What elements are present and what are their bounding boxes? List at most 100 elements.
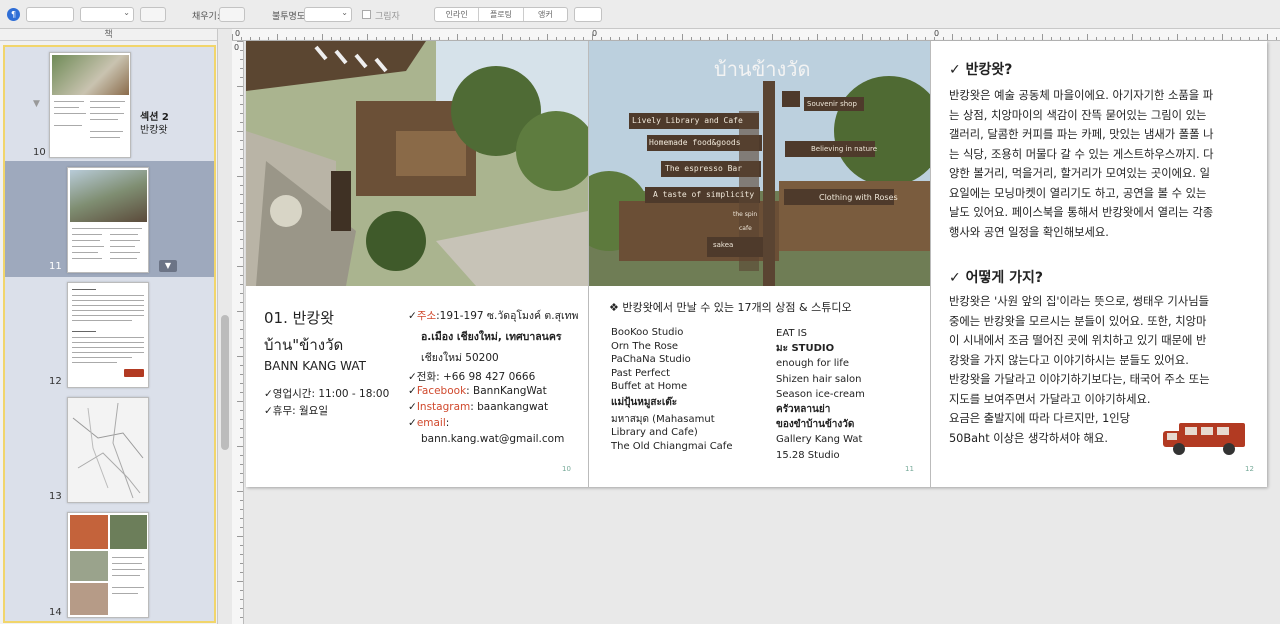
wrap-segmented-control[interactable]: 인라인 플로팅 앵커 [434,7,568,22]
list-item: Gallery Kang Wat [776,434,863,446]
ruler-tick [889,37,890,40]
photo-signpost[interactable]: บ้านข้างวัด Lively Library and Cafe Home… [589,41,930,286]
ruler-tick [1159,37,1160,40]
ruler-tick [1141,37,1142,40]
instagram-line: ✓Instagram: baankangwat [408,401,549,413]
thumbnail-page-11[interactable] [67,167,149,273]
list-item: มะ STUDIO [776,343,835,355]
paragraph-style-icon[interactable]: ¶ [7,8,20,21]
ruler-tick [259,37,260,40]
songthaew-truck-icon [1163,423,1245,455]
seg-floating[interactable]: 플로팅 [479,8,524,21]
shop-title-thai: บ้าน"ข้างวัด [264,336,344,354]
ruler-tick [457,34,458,40]
opacity-field[interactable]: ⌄ [304,7,352,22]
ruler-tick [736,37,737,40]
ruler-tick [628,37,629,40]
section-heading-what: ✓ 반캉왓? [949,62,1013,78]
ruler-tick [781,37,782,40]
ruler-tick [240,122,243,123]
page-10[interactable]: 01. 반캉왓 บ้าน"ข้างวัด BANN KANG WAT ✓영업시간… [246,41,588,487]
ruler-tick [565,37,566,40]
ruler-tick [313,37,314,40]
sign-title: บ้านข้างวัด [714,57,811,81]
seg-inline[interactable]: 인라인 [435,8,480,21]
ruler-tick [1015,37,1016,40]
ruler-tick [240,320,243,321]
ruler-tick [1231,37,1232,40]
ruler-tick [475,37,476,40]
ruler-tick [583,37,584,40]
ruler-tick [1177,34,1178,40]
ruler-tick [1087,34,1088,40]
ruler-tick [1042,34,1043,40]
section-subtitle: 반캉왓 [140,125,168,136]
ruler-tick [322,34,323,40]
ruler-tick [376,37,377,40]
list-item: PaChaNa Studio [611,354,691,366]
ruler-tick [240,104,243,105]
ruler-tick [610,37,611,40]
opacity-label: 불투명도: [272,12,309,22]
seg-anchor[interactable]: 앵커 [524,8,567,21]
thumbnail-page-10[interactable] [49,52,131,158]
sign-sakea: sakea [713,241,734,249]
shadow-checkbox[interactable] [362,10,371,19]
shadow-label: 그림자 [375,12,400,22]
font-name-field[interactable] [26,7,74,22]
ruler-tick [240,428,243,429]
ruler-tick [439,37,440,40]
thumbnail-page-13[interactable] [67,397,149,503]
ruler-tick [1204,37,1205,40]
thumbnail-list[interactable]: ▼ 섹션 2 반캉왓 10 11 ▼ 12 13 14 [3,45,216,623]
thumbnail-page-12[interactable] [67,282,149,388]
thumbnail-page-14[interactable] [67,512,149,618]
vertical-ruler[interactable]: 0 [232,41,244,624]
ruler-tick [240,284,243,285]
ruler-tick [286,37,287,40]
color-well[interactable] [140,7,166,22]
ruler-tick [700,37,701,40]
ruler-tick [237,356,243,357]
ruler-tick [240,239,243,240]
ruler-tick [817,34,818,40]
ruler-tick [240,518,243,519]
ruler-tick [277,34,278,40]
ruler-tick [237,401,243,402]
photo-bann-kang-wat[interactable] [246,41,588,286]
ruler-tick [240,185,243,186]
ruler-tick [241,37,242,40]
ruler-tick [250,37,251,40]
ruler-tick [763,37,764,40]
sidebar-scrollbar[interactable] [221,315,229,450]
ruler-tick [237,176,243,177]
ruler-tick [529,37,530,40]
sign-taste: A taste of simplicity [653,190,755,199]
ruler-tick [237,221,243,222]
disclosure-triangle-icon[interactable]: ▼ [33,99,40,109]
page-options-button[interactable]: ▼ [159,260,177,272]
list-item: Shizen hair salon [776,373,862,385]
ruler-tick [1123,37,1124,40]
ruler-tick [1249,37,1250,40]
page-number: 12 [1245,465,1254,473]
page-11[interactable]: บ้านข้างวัด Lively Library and Cafe Home… [589,41,930,487]
ruler-tick [655,37,656,40]
page-thumbnail-sidebar: 책 ▼ 섹션 2 반캉왓 10 11 ▼ 12 13 14 [0,29,218,624]
ruler-tick [1276,37,1277,40]
ruler-tick [240,554,243,555]
ruler-tick [691,37,692,40]
stepper-field[interactable] [574,7,602,22]
list-item: 15.28 Studio [776,449,840,461]
font-size-field[interactable]: ⌄ [80,7,134,22]
page-12[interactable]: ✓ 반캉왓? 반캉왓은 예술 공동체 마을이에요. 아기자기한 소품을 파 는 … [931,41,1267,487]
horizontal-ruler[interactable]: 0 0 0 [232,29,1280,41]
ruler-tick [240,392,243,393]
ruler-tick [520,37,521,40]
closed-day: ✓휴무: 월요일 [264,405,328,417]
facebook-line: ✓Facebook: BannKangWat [408,385,547,397]
ruler-tick [240,545,243,546]
fill-color-well[interactable] [219,7,245,22]
ruler-tick [682,34,683,40]
ruler-tick [240,158,243,159]
